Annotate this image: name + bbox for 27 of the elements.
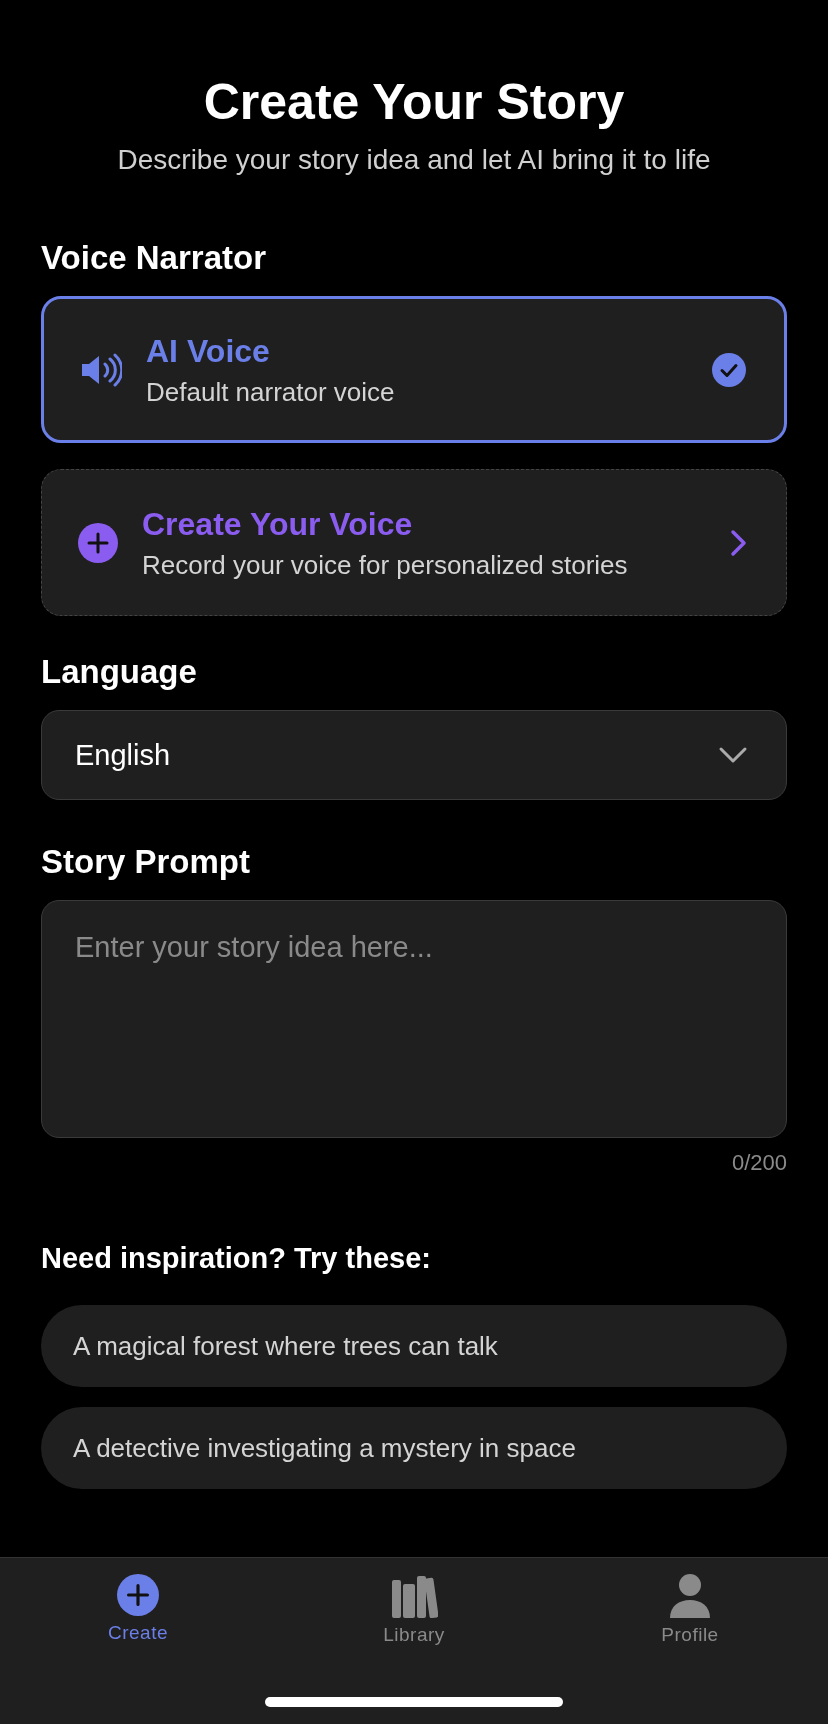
section-label: Voice Narrator [41,238,267,278]
option-title: Create Your Voice [142,504,414,543]
person-icon [669,1574,711,1618]
section-label: Story Prompt [41,842,252,882]
plus-icon [117,1574,159,1616]
tab[interactable]: Library [276,1558,552,1646]
speaker-icon [80,352,122,387]
section-label: Language [41,652,198,692]
chevron-right-icon [730,528,748,557]
voice-option-card[interactable]: AI Voice Default narrator voice [41,296,787,443]
page-title: Create Your Story [202,73,626,132]
suggestion-chip[interactable]: A magical forest where trees can talk [41,1305,787,1387]
suggestion-chip[interactable]: A detective investigating a mystery in space [41,1407,787,1489]
inspiration-label: Need inspiration? Try these: [41,1242,432,1275]
option-description: Default narrator voice [146,375,396,408]
tab[interactable]: Create [0,1558,276,1644]
voice-option-card[interactable]: Create Your Voice Record your voice for personalized stories [41,469,787,616]
story-prompt-field[interactable]: Enter your story idea here... [41,900,787,1138]
books-icon [390,1574,438,1618]
chevron-down-icon [718,746,748,764]
page-subtitle: Describe your story idea and let AI bring it to life [116,143,712,177]
plus-icon [78,522,118,563]
option-description: Record your voice for personalized stories [142,548,629,581]
option-title: AI Voice [146,331,271,370]
character-counter: 0/200 [731,1150,787,1176]
tab[interactable]: Profile [552,1558,828,1646]
language-select[interactable]: English [41,710,787,800]
